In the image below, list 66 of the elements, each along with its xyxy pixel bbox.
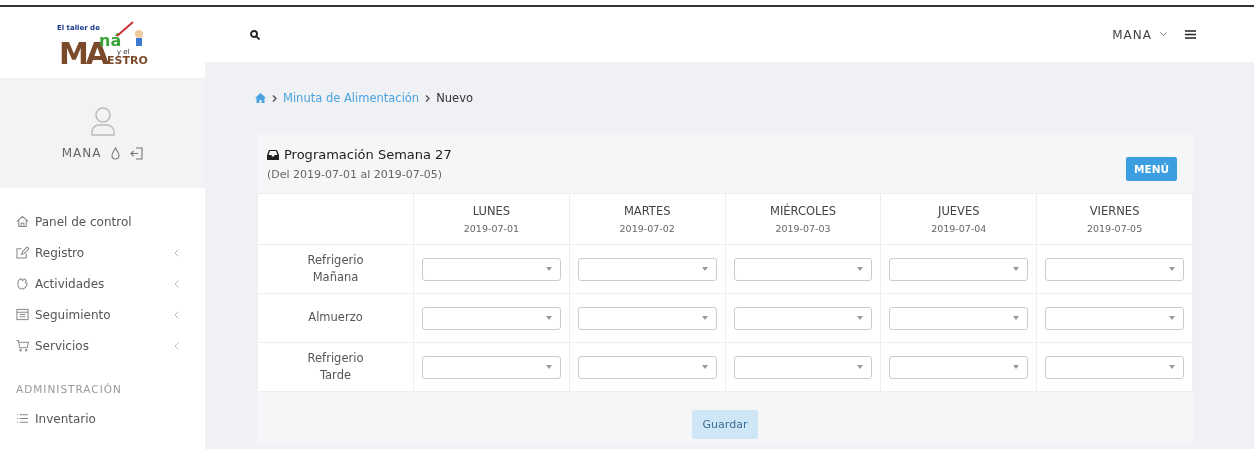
- dropdown-field[interactable]: [733, 257, 873, 281]
- row-label: Refrigerio Tarde: [257, 342, 414, 392]
- dropdown-field[interactable]: [577, 355, 717, 379]
- row-label: Almuerzo: [257, 293, 414, 343]
- cart-icon: [16, 339, 29, 352]
- dropdown-field[interactable]: [422, 257, 561, 281]
- card-title: Programación Semana 27: [284, 147, 452, 162]
- dropdown-field[interactable]: [1045, 355, 1184, 379]
- caret-icon: [701, 267, 708, 271]
- sidebar-item[interactable]: Inventario: [0, 403, 205, 434]
- dropdown-field[interactable]: [422, 306, 561, 330]
- drop-icon[interactable]: [111, 146, 121, 160]
- edit-icon: [16, 246, 29, 259]
- search-icon[interactable]: [250, 29, 260, 40]
- caret-icon: [857, 365, 864, 369]
- caret-icon: [1169, 267, 1175, 271]
- inbox-icon: [267, 149, 279, 160]
- menu-icon[interactable]: [1185, 30, 1196, 39]
- column-header: VIERNES 2019-07-05: [1036, 193, 1193, 245]
- caret-icon: [1169, 316, 1175, 320]
- caret-icon: [1013, 267, 1020, 271]
- home-icon[interactable]: [255, 93, 266, 103]
- dropdown-field[interactable]: [1045, 306, 1184, 330]
- dropdown-field[interactable]: [577, 306, 717, 330]
- dropdown-field[interactable]: [889, 306, 1029, 330]
- user-name: MANA: [61, 146, 102, 160]
- sidebar-item[interactable]: Seguimiento: [0, 299, 205, 330]
- sidebar-item[interactable]: Actividades: [0, 268, 205, 299]
- caret-icon: [857, 316, 864, 320]
- home-icon: [16, 215, 29, 228]
- caret-icon: [545, 316, 552, 320]
- caret-icon: [857, 267, 864, 271]
- sidebar-item[interactable]: Panel de control: [0, 206, 205, 237]
- caret-icon: [1169, 365, 1175, 369]
- sidebar-item[interactable]: Registro: [0, 237, 205, 268]
- user-menu[interactable]: MANA: [1112, 27, 1152, 42]
- column-header: MARTES 2019-07-02: [569, 193, 726, 245]
- caret-icon: [1013, 365, 1020, 369]
- column-header: MIÉRCOLES 2019-07-03: [725, 193, 881, 245]
- avatar-icon: [89, 106, 116, 136]
- caret-icon: [1013, 316, 1020, 320]
- dropdown-field[interactable]: [422, 355, 561, 379]
- logout-icon[interactable]: [130, 146, 144, 160]
- section-heading: ADMINISTRACIÓN: [15, 382, 123, 397]
- chevron-icon: [425, 94, 431, 102]
- save-button[interactable]: Guardar: [691, 410, 759, 439]
- caret-icon: [545, 267, 552, 271]
- dropdown-field[interactable]: [733, 355, 873, 379]
- dropdown-field[interactable]: [577, 257, 717, 281]
- card-subtitle: (Del 2019-07-01 al 2019-07-05): [267, 168, 444, 181]
- dropdown-field[interactable]: [1045, 257, 1184, 281]
- column-header: LUNES 2019-07-01: [413, 193, 570, 245]
- column-header: JUEVES 2019-07-04: [880, 193, 1037, 245]
- sidebar-item[interactable]: Servicios: [0, 330, 205, 361]
- dropdown-field[interactable]: [889, 355, 1029, 379]
- caret-icon: [545, 365, 552, 369]
- dropdown-field[interactable]: [733, 306, 873, 330]
- list-icon: [16, 412, 29, 425]
- breadcrumb-current: Nuevo: [436, 91, 473, 105]
- chevron-icon: [1160, 32, 1167, 37]
- calendar-icon: [16, 308, 29, 321]
- caret-icon: [701, 316, 708, 320]
- chevron-icon: [272, 94, 277, 102]
- row-label: Refrigerio Mañana: [257, 244, 414, 294]
- dropdown-field[interactable]: [889, 257, 1029, 281]
- caret-icon: [701, 365, 708, 369]
